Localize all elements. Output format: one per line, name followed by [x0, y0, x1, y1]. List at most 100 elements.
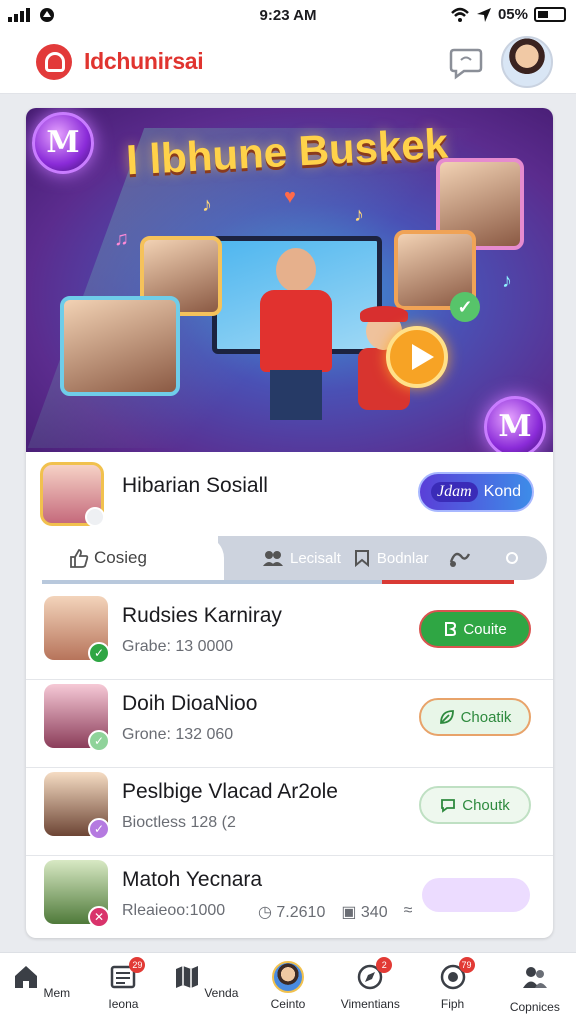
- faded-action-button[interactable]: [422, 878, 530, 912]
- battery-icon: [534, 7, 566, 22]
- swirl-icon[interactable]: [447, 548, 473, 568]
- nav-label: Ceinto: [270, 997, 306, 1011]
- wifi-icon: [451, 7, 469, 22]
- bottom-nav: Mem 29 Ieona Venda Ceinto 2 Vimentians 7…: [0, 952, 576, 1024]
- check-button[interactable]: Choutk: [419, 786, 531, 824]
- verified-badge-icon: ✓: [88, 730, 110, 752]
- action-label: Choutk: [462, 796, 510, 814]
- hero-banner[interactable]: M I lbhune Buskek ♪ ♫ ♪ ♪ ♥ ✓ M: [26, 108, 553, 452]
- join-prefix: Jdam: [430, 482, 478, 502]
- share-stat: ▣ 340: [341, 904, 388, 921]
- member-stats: ◷ 7.2610 ▣ 340 ≈: [258, 902, 412, 922]
- people-icon: [263, 551, 283, 566]
- tab-bar: Cosieg Lecisalt Bodnlar: [42, 536, 547, 584]
- music-note-icon: ♪: [354, 204, 364, 226]
- home-icon: [15, 966, 38, 988]
- tab-cosieg[interactable]: Cosieg: [42, 536, 224, 580]
- member-subtitle: Rleaieoo:1000: [122, 902, 226, 919]
- thumbs-up-icon: [70, 549, 89, 568]
- tab-group: Lecisalt Bodnlar: [218, 536, 547, 580]
- battery-percent: 05%: [497, 6, 528, 23]
- notification-badge: 79: [458, 957, 475, 973]
- message-icon: [441, 799, 456, 813]
- list-item[interactable]: ✕ Matoh Yecnara Rleaieoo:1000 ◷ 7.2610 ▣…: [26, 856, 553, 938]
- app-header: Idchunirsai: [0, 30, 576, 94]
- check-button[interactable]: Choatik: [419, 698, 531, 736]
- list-item[interactable]: ✓ Doih DioaNioo Grone: 132 060 Choatik: [26, 680, 553, 768]
- list-item[interactable]: ✓ Rudsies Karniray Grabe: 13 0000 Couite: [26, 592, 553, 680]
- target-icon: 79: [439, 957, 475, 991]
- member-name: Rudsies Karniray: [122, 604, 282, 627]
- tab-label: Bodnlar: [376, 549, 429, 567]
- tab-bodnlar[interactable]: Bodnlar: [353, 549, 429, 567]
- compass-icon: 2: [356, 957, 393, 991]
- member-subtitle: Grone: 132 060: [122, 726, 234, 743]
- list-item[interactable]: ✓ Peslbige Vlacad Ar2ole Bioctless 128 (…: [26, 768, 553, 856]
- comment-stat: ◷ 7.2610: [258, 904, 326, 921]
- check-bubble-icon: ✓: [450, 292, 480, 322]
- member-name: Peslbige Vlacad Ar2ole: [122, 780, 338, 803]
- nav-venda[interactable]: Venda: [167, 953, 245, 1024]
- nav-label: Fiph: [440, 997, 465, 1011]
- action-button[interactable]: Couite: [419, 610, 531, 648]
- location-icon: [476, 7, 491, 22]
- nav-label: Vimentians: [340, 997, 400, 1011]
- play-icon[interactable]: [386, 326, 448, 388]
- nav-home[interactable]: Mem: [2, 953, 80, 1024]
- verified-badge-icon: ✓: [88, 818, 110, 840]
- member-subtitle: Bioctless 128 (2: [122, 814, 236, 831]
- map-icon: [176, 966, 198, 988]
- community-avatar[interactable]: [40, 462, 105, 527]
- active-indicator: [382, 580, 514, 584]
- notification-badge: 29: [129, 957, 146, 973]
- tab-lecisalt[interactable]: Lecisalt: [262, 549, 341, 567]
- leaf-icon: [439, 710, 454, 724]
- nav-label: Mem: [43, 986, 71, 1000]
- nav-fiph[interactable]: 79 Fiph: [414, 953, 492, 1024]
- nav-copnices[interactable]: Copnices: [496, 953, 574, 1024]
- notification-badge: 2: [376, 957, 393, 973]
- bookmark-icon: [354, 550, 369, 567]
- music-note-icon: ♪: [202, 194, 212, 216]
- nav-label: Venda: [204, 986, 239, 1000]
- news-icon: 29: [109, 957, 146, 991]
- heart-icon: ♥: [284, 186, 296, 208]
- member-list: ✓ Rudsies Karniray Grabe: 13 0000 Couite…: [26, 592, 553, 938]
- singer-illustration: [256, 248, 336, 420]
- member-name: Doih DioaNioo: [122, 692, 258, 715]
- app-name: Idchunirsai: [84, 48, 204, 74]
- join-button[interactable]: Jdam Kond: [418, 472, 534, 512]
- photo-frame: [60, 296, 180, 396]
- remove-badge-icon: ✕: [88, 906, 110, 928]
- b-icon: [445, 622, 457, 636]
- community-row: Hibarian Sosiall Jdam Kond: [26, 452, 553, 534]
- member-name: Matoh Yecnara: [122, 868, 263, 891]
- nav-ceinto[interactable]: Ceinto: [249, 953, 327, 1024]
- avatar-icon: [271, 961, 304, 993]
- status-icons: 05%: [450, 6, 566, 23]
- more-icon[interactable]: [505, 550, 519, 566]
- tab-label: Lecisalt: [290, 549, 341, 567]
- nav-news[interactable]: 29 Ieona: [84, 953, 162, 1024]
- action-label: Choatik: [460, 708, 512, 726]
- community-name: Hibarian Sosiall: [122, 474, 268, 497]
- music-orb-icon: M: [484, 396, 546, 452]
- chat-icon[interactable]: [448, 46, 484, 80]
- join-label: Kond: [483, 483, 522, 500]
- music-note-icon: ♫: [114, 228, 129, 250]
- nav-label: Ieona: [108, 997, 139, 1011]
- wave-icon[interactable]: ≈: [404, 902, 413, 922]
- nav-label: Copnices: [509, 1000, 560, 1014]
- tab-label: Cosieg: [94, 548, 147, 567]
- group-icon: [522, 967, 547, 988]
- music-orb-icon: M: [32, 112, 94, 174]
- verified-badge-icon: ✓: [88, 642, 110, 664]
- status-bar: 9:23 AM 05%: [0, 0, 576, 30]
- music-note-icon: ♪: [502, 270, 512, 292]
- member-subtitle: Grabe: 13 0000: [122, 638, 234, 655]
- action-label: Couite: [463, 620, 507, 638]
- profile-avatar[interactable]: [501, 36, 553, 88]
- nav-vimentians[interactable]: 2 Vimentians: [331, 953, 409, 1024]
- app-logo-icon[interactable]: [36, 44, 72, 80]
- community-card: M I lbhune Buskek ♪ ♫ ♪ ♪ ♥ ✓ M Hibarian…: [26, 108, 553, 938]
